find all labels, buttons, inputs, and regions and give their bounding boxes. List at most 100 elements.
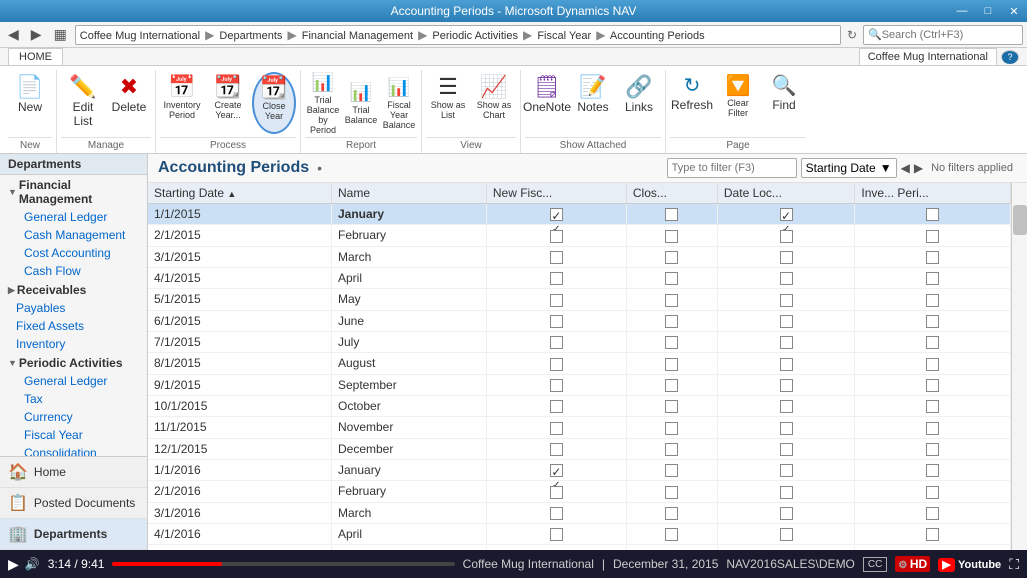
menu-icon[interactable]: ▦ — [50, 24, 71, 45]
receivables-header[interactable]: ▶ Receivables — [0, 280, 147, 299]
financial-management-header[interactable]: ▼ Financial Management — [0, 175, 147, 208]
notes-button[interactable]: 📝 Notes — [571, 72, 615, 134]
table-row[interactable]: 3/1/2015March — [148, 246, 1011, 267]
sidebar-item-fiscal-year[interactable]: Fiscal Year — [0, 426, 147, 444]
find-button[interactable]: 🔍 Find — [762, 72, 806, 134]
table-row[interactable]: 11/1/2015November — [148, 417, 1011, 438]
links-button[interactable]: 🔗 Links — [617, 72, 661, 134]
cell-new-fiscal — [486, 523, 626, 544]
table-row[interactable]: 7/1/2015July — [148, 331, 1011, 352]
table-row[interactable]: 2/1/2015February — [148, 225, 1011, 246]
sidebar-item-tax[interactable]: Tax — [0, 390, 147, 408]
create-year-icon: 📆 — [214, 76, 241, 98]
departments-nav-icon: 🏢 — [8, 524, 28, 544]
scrollbar-thumb[interactable] — [1013, 205, 1027, 235]
table-row[interactable]: 1/1/2016January✓ — [148, 459, 1011, 480]
trial-balance-period-label: Trial Balance by Period — [307, 95, 340, 135]
sidebar-item-fixed-assets[interactable]: Fixed Assets — [0, 317, 147, 335]
refresh-button[interactable]: ↻ Refresh — [670, 72, 714, 134]
table-row[interactable]: 2/1/2016February — [148, 481, 1011, 502]
cell-date-locked — [717, 353, 855, 374]
table-row[interactable]: 5/1/2015May — [148, 289, 1011, 310]
table-row[interactable]: 12/1/2015December — [148, 438, 1011, 459]
table-row[interactable]: 8/1/2015August — [148, 353, 1011, 374]
close-button[interactable]: ✕ — [1001, 0, 1027, 22]
sidebar-item-consolidation[interactable]: Consolidation — [0, 444, 147, 456]
sidebar-item-currency[interactable]: Currency — [0, 408, 147, 426]
inventory-period-button[interactable]: 📅 Inventory Period — [160, 72, 204, 134]
sidebar-item-cash-flow[interactable]: Cash Flow — [0, 262, 147, 280]
trial-balance-period-icon: 📊 — [312, 72, 334, 93]
cc-button[interactable]: CC — [863, 557, 887, 572]
table-row[interactable]: 10/1/2015October — [148, 395, 1011, 416]
sidebar-nav-departments[interactable]: 🏢 Departments — [0, 519, 147, 550]
col-starting-date[interactable]: Starting Date ▲ — [148, 183, 332, 204]
breadcrumb-text: Coffee Mug International ▶ Departments ▶… — [80, 28, 705, 42]
table-row[interactable]: 5/1/2016May — [148, 545, 1011, 550]
new-button[interactable]: 📄 New — [8, 72, 52, 134]
cell-date-locked — [717, 289, 855, 310]
cell-date-locked — [717, 459, 855, 480]
scrollbar-area[interactable] — [1011, 183, 1027, 550]
create-year-button[interactable]: 📆 Create Year... — [206, 72, 250, 134]
close-year-button[interactable]: 📆 Close Year — [252, 72, 296, 134]
home-tab[interactable]: HOME — [8, 48, 63, 65]
filter-input[interactable] — [667, 158, 797, 178]
table-row[interactable]: 1/1/2015January✓✓ — [148, 204, 1011, 225]
onenote-button[interactable]: 🗒 OneNote — [525, 72, 569, 134]
search-box[interactable]: 🔍 — [863, 25, 1023, 45]
cell-date-locked — [717, 331, 855, 352]
help-icon[interactable]: ? — [1001, 50, 1019, 64]
table-row[interactable]: 3/1/2016March — [148, 502, 1011, 523]
cell-closed — [626, 225, 717, 246]
minimize-button[interactable]: — — [949, 0, 975, 22]
show-as-chart-button[interactable]: 📈 Show as Chart — [472, 72, 516, 134]
table-row[interactable]: 9/1/2015September — [148, 374, 1011, 395]
cell-starting-date: 12/1/2015 — [148, 438, 332, 459]
sidebar-item-cost-accounting[interactable]: Cost Accounting — [0, 244, 147, 262]
departments-header[interactable]: Departments — [0, 154, 147, 175]
filter-dropdown[interactable]: Starting Date ▼ — [801, 158, 897, 178]
sidebar-nav-posted-documents[interactable]: 📋 Posted Documents — [0, 488, 147, 519]
sidebar-item-pa-general-ledger[interactable]: General Ledger — [0, 372, 147, 390]
sidebar-nav-home[interactable]: 🏠 Home — [0, 457, 147, 488]
volume-button[interactable]: 🔊 — [25, 557, 40, 571]
sidebar-item-cash-management[interactable]: Cash Management — [0, 226, 147, 244]
show-as-list-button[interactable]: ☰ Show as List — [426, 72, 470, 134]
fullscreen-button[interactable]: ⛶ — [1009, 556, 1019, 573]
notes-label: Notes — [577, 100, 608, 114]
trial-balance-button[interactable]: 📊 Trial Balance — [343, 72, 379, 134]
search-input[interactable] — [882, 29, 1018, 41]
maximize-button[interactable]: □ — [975, 0, 1001, 22]
filter-arrow-btn2[interactable]: ▶ — [914, 161, 923, 175]
table-body: 1/1/2015January✓✓2/1/2015February3/1/201… — [148, 204, 1011, 551]
time-current: 3:14 — [48, 557, 71, 571]
periodic-activities-header[interactable]: ▼ Periodic Activities — [0, 353, 147, 372]
trial-balance-period-button[interactable]: 📊 Trial Balance by Period — [305, 72, 341, 134]
cell-date-locked — [717, 417, 855, 438]
sidebar-item-inventory[interactable]: Inventory — [0, 335, 147, 353]
filter-option: Starting Date — [806, 161, 876, 175]
table-row[interactable]: 6/1/2015June — [148, 310, 1011, 331]
sidebar-item-payables[interactable]: Payables — [0, 299, 147, 317]
cell-inv-period — [855, 310, 1011, 331]
cell-inv-period — [855, 289, 1011, 310]
fiscal-year-balance-button[interactable]: 📊 Fiscal Year Balance — [381, 72, 417, 134]
back-button[interactable]: ◀ — [4, 24, 23, 45]
sidebar-item-general-ledger[interactable]: General Ledger — [0, 208, 147, 226]
progress-bar[interactable] — [112, 562, 454, 566]
cell-name: August — [332, 353, 487, 374]
cell-closed — [626, 417, 717, 438]
delete-button[interactable]: ✖ Delete — [107, 72, 151, 134]
forward-button[interactable]: ▶ — [27, 24, 46, 45]
play-button[interactable]: ▶ — [8, 556, 19, 573]
table-row[interactable]: 4/1/2015April — [148, 267, 1011, 288]
ribbon-group-attached-buttons: 🗒 OneNote 📝 Notes 🔗 Links — [525, 70, 661, 135]
youtube-logo[interactable]: ▶ Youtube — [938, 557, 1001, 571]
delete-label: Delete — [112, 100, 147, 114]
refresh-nav-button[interactable]: ↻ — [845, 26, 859, 44]
edit-list-button[interactable]: ✏️ Edit List — [61, 72, 105, 134]
table-row[interactable]: 4/1/2016April — [148, 523, 1011, 544]
filter-arrow-btn[interactable]: ◀ — [901, 161, 910, 175]
clear-filter-button[interactable]: 🔽 Clear Filter — [716, 72, 760, 134]
